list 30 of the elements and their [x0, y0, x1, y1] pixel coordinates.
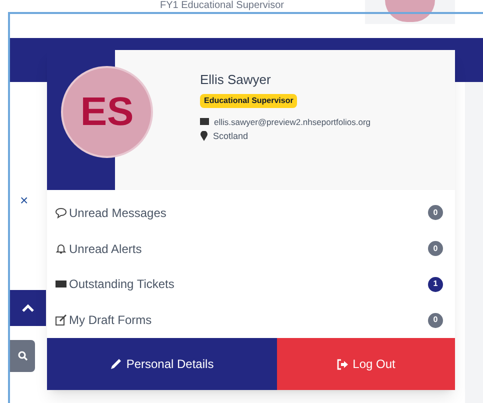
bell-icon	[55, 242, 67, 255]
menu-item-label: My Draft Forms	[69, 312, 152, 330]
email-text: ellis.sawyer@preview2.nhseportfolios.org	[214, 116, 372, 128]
user-name: Ellis Sawyer	[200, 71, 271, 89]
collapse-button[interactable]	[10, 290, 46, 326]
menu-item-label: Unread Alerts	[69, 240, 142, 258]
count-badge: 0	[428, 205, 443, 220]
menu-item-label: Outstanding Tickets	[69, 276, 174, 294]
menu-item-label: Unread Messages	[69, 204, 166, 222]
search-icon	[18, 351, 28, 361]
menu-item[interactable]: Unread Messages 0	[47, 195, 455, 231]
edit-form-icon	[55, 314, 67, 326]
location-text: Scotland	[213, 130, 248, 142]
log-out-button[interactable]: Log Out	[277, 338, 455, 390]
role-badge: Educational Supervisor	[200, 94, 298, 108]
speech-bubble-icon	[55, 206, 67, 219]
pencil-icon	[110, 358, 122, 370]
count-badge: 1	[428, 276, 443, 292]
location-pin-icon	[200, 131, 208, 142]
chevron-up-icon	[21, 303, 35, 313]
sign-out-icon	[336, 358, 349, 370]
menu-item[interactable]: My Draft Forms 0	[47, 302, 455, 338]
count-badge: 0	[428, 312, 443, 328]
personal-details-button[interactable]: Personal Details	[47, 338, 277, 390]
count-badge: 0	[428, 241, 443, 256]
close-button[interactable]: ×	[20, 190, 28, 211]
menu-item[interactable]: Unread Alerts 0	[47, 230, 455, 266]
menu-item[interactable]: Outstanding Tickets 1	[47, 266, 455, 302]
search-button[interactable]	[10, 340, 35, 372]
header-role-text: FY1 Educational Supervisor	[160, 0, 284, 12]
